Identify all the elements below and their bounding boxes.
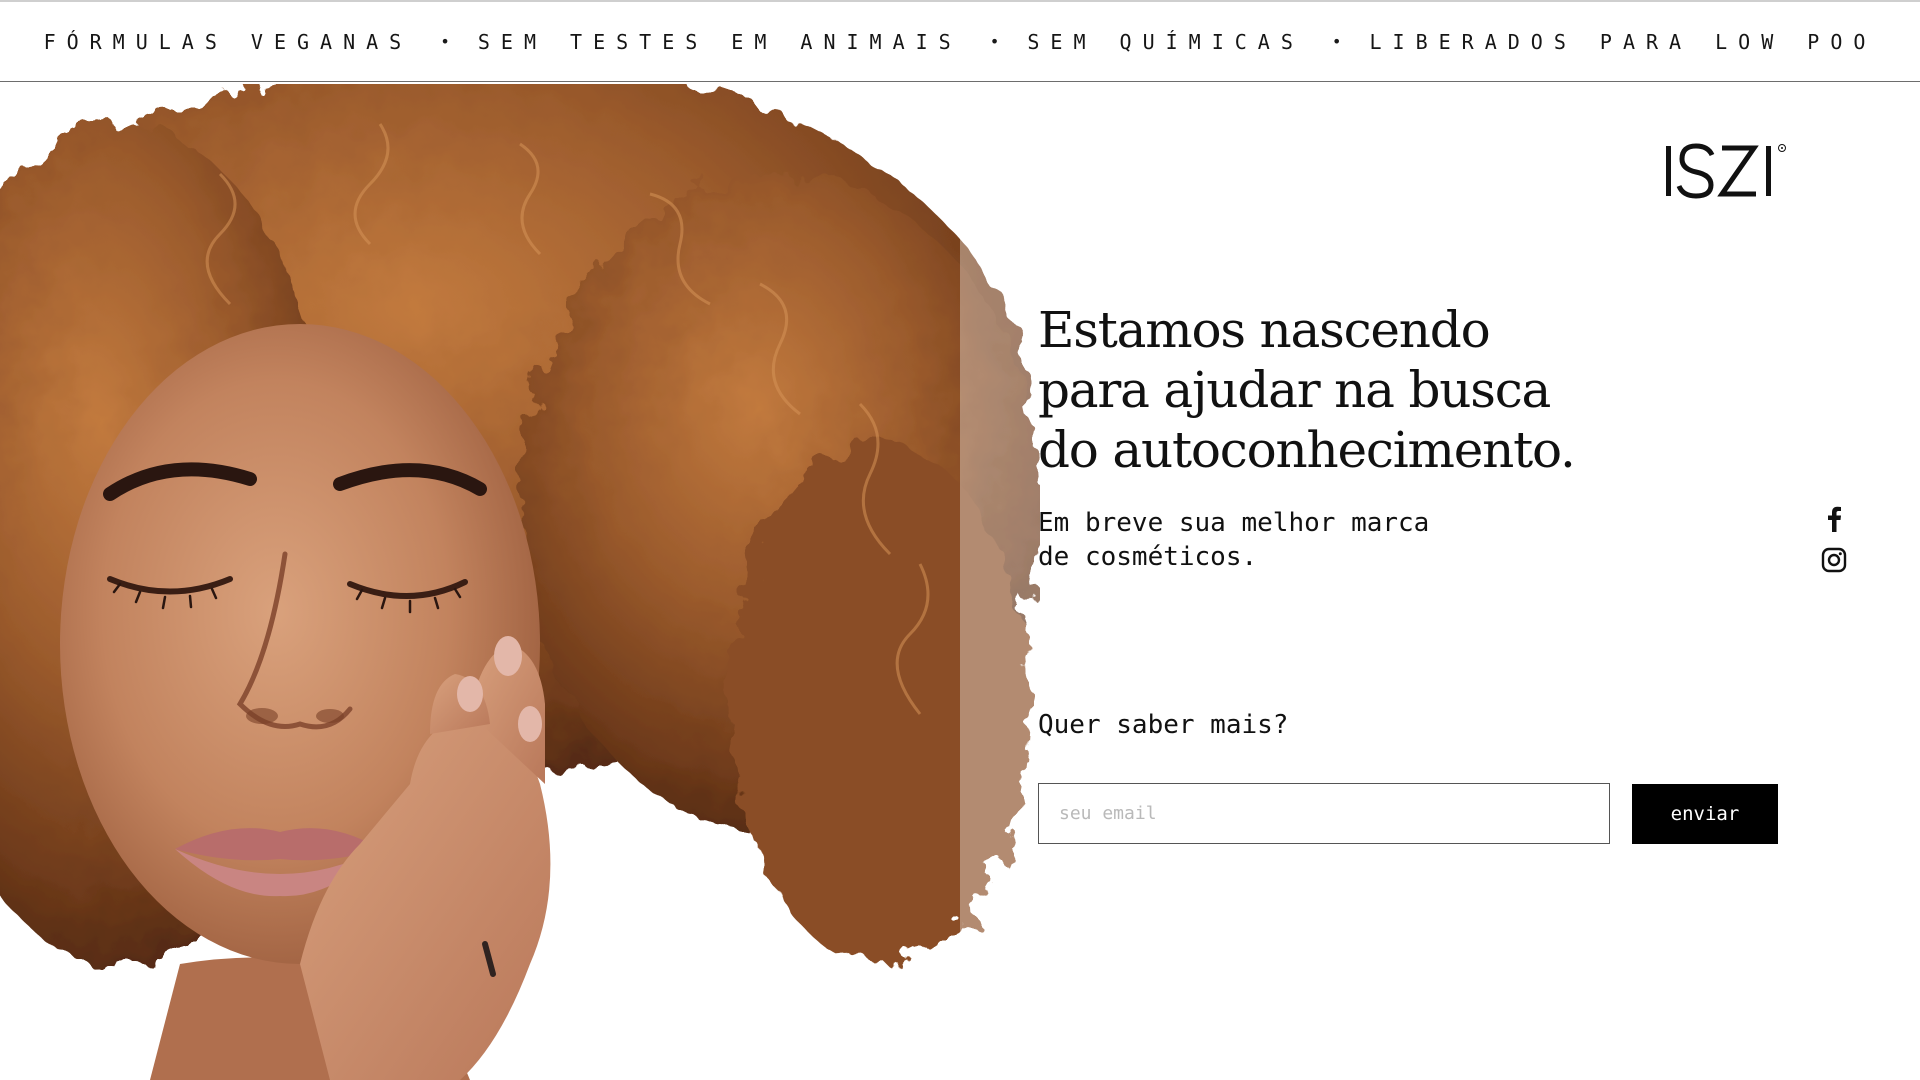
subtext-line: de cosméticos. [1038,542,1258,572]
banner-item-sem-quimicas: SEM QUÍMICAS [1027,29,1304,54]
banner-separator: • [440,32,450,51]
hero-headline: Estamos nascendo para ajudar na busca do… [1038,300,1758,480]
headline-line: Estamos nascendo [1038,301,1491,359]
banner-item-low-poo: LIBERADOS PARA LOW POO [1369,29,1877,54]
banner-separator: • [989,32,1000,51]
facebook-icon[interactable] [1818,502,1850,534]
headline-line: do autoconhecimento. [1038,421,1576,479]
banner-separator: • [1331,32,1342,51]
hero-subtext: Em breve sua melhor marca de cosméticos. [1038,506,1598,574]
headline-line: para ajudar na busca [1038,361,1551,419]
subtext-line: Em breve sua melhor marca [1038,508,1430,538]
brand-logo[interactable] [1662,138,1792,206]
hero-photo [0,84,1040,1080]
top-banner: FÓRMULAS VEGANAS • SEM TESTES EM ANIMAIS… [0,0,1920,82]
submit-button[interactable]: enviar [1632,784,1778,844]
email-field[interactable] [1038,783,1610,844]
landing-page: FÓRMULAS VEGANAS • SEM TESTES EM ANIMAIS… [0,0,1920,1080]
banner-item-sem-testes: SEM TESTES EM ANIMAIS [477,29,962,54]
banner-items: FÓRMULAS VEGANAS • SEM TESTES EM ANIMAIS… [44,30,1877,54]
banner-item-formulas-veganas: FÓRMULAS VEGANAS [43,29,413,54]
instagram-icon[interactable] [1818,544,1850,576]
social-links [1818,502,1854,586]
signup-question: Quer saber mais? [1038,710,1289,740]
